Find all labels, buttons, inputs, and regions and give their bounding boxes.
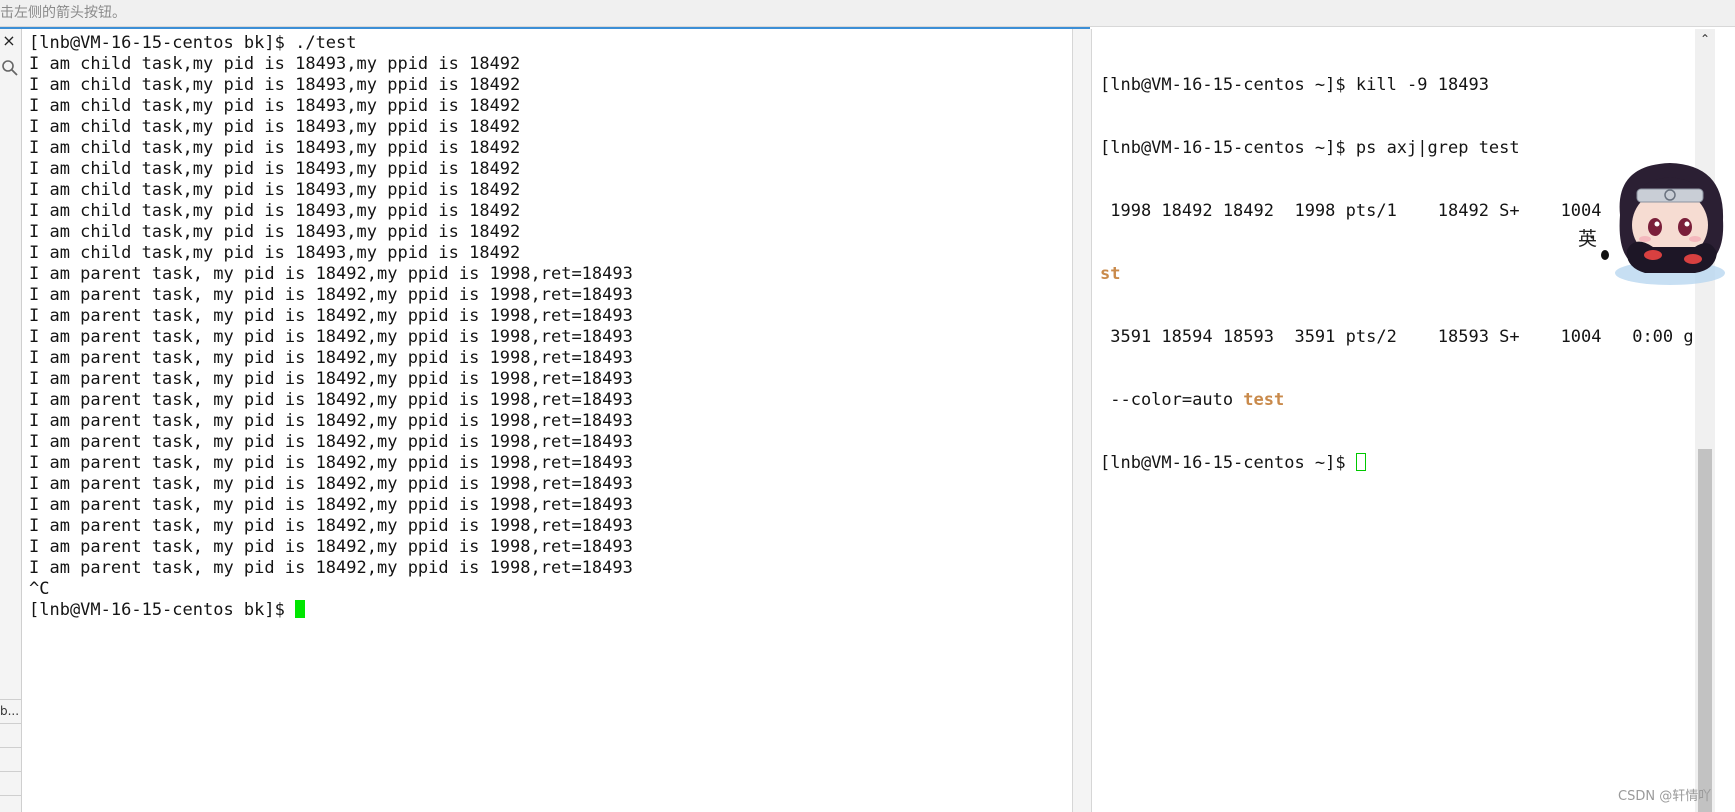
prompt-text: [lnb@VM-16-15-centos ~]$ [1100, 453, 1356, 473]
session-list-item[interactable] [0, 723, 21, 747]
terminal-line: I am parent task, my pid is 18492,my ppi… [29, 495, 633, 515]
terminal-line: I am parent task, my pid is 18492,my ppi… [29, 264, 633, 284]
terminal-line: I am parent task, my pid is 18492,my ppi… [29, 516, 633, 536]
window-hint-bar: 击左侧的箭头按钮。 [0, 0, 1735, 27]
session-list-item[interactable] [0, 771, 21, 795]
terminal-line: --color=auto test [1100, 390, 1715, 411]
left-terminal-pane[interactable]: [lnb@VM-16-15-centos bk]$ ./test I am chi… [22, 29, 1072, 812]
hint-text: 击左侧的箭头按钮。 [0, 5, 126, 21]
terminal-line: I am child task,my pid is 18493,my ppid … [29, 180, 521, 200]
terminal-prompt-line: [lnb@VM-16-15-centos bk]$ [29, 600, 633, 621]
close-icon[interactable]: × [0, 32, 18, 50]
terminal-prompt-line: [lnb@VM-16-15-centos ~]$ [1100, 453, 1715, 474]
terminal-line: I am child task,my pid is 18493,my ppid … [29, 159, 521, 179]
line-text: --color=auto [1100, 390, 1244, 410]
scroll-thumb[interactable] [1698, 449, 1712, 812]
terminal-line: I am parent task, my pid is 18492,my ppi… [29, 558, 633, 578]
terminal-line: I am parent task, my pid is 18492,my ppi… [29, 390, 633, 410]
terminal-line: 3591 18594 18593 3591 pts/2 18593 S+ 100… [1100, 327, 1715, 347]
terminal-line: I am child task,my pid is 18493,my ppid … [29, 75, 521, 95]
terminal-line: ^C [29, 579, 50, 599]
session-list: b... [0, 699, 21, 812]
terminal-line: I am parent task, my pid is 18492,my ppi… [29, 348, 633, 368]
terminal-line: I am child task,my pid is 18493,my ppid … [29, 54, 521, 74]
terminal-line: [lnb@VM-16-15-centos ~]$ kill -9 18493 [1100, 75, 1489, 95]
terminal-line: I am parent task, my pid is 18492,my ppi… [29, 411, 633, 431]
terminal-line: I am child task,my pid is 18493,my ppid … [29, 243, 521, 263]
grep-match: test [1243, 390, 1285, 410]
terminal-line: I am parent task, my pid is 18492,my ppi… [29, 306, 633, 326]
terminal-line: I am child task,my pid is 18493,my ppid … [29, 96, 521, 116]
session-list-item[interactable] [0, 747, 21, 771]
terminal-cursor [1355, 453, 1366, 471]
search-icon[interactable] [1, 59, 19, 77]
right-terminal-pane[interactable]: [lnb@VM-16-15-centos ~]$ kill -9 18493 [… [1092, 29, 1715, 812]
session-list-item[interactable] [0, 795, 21, 812]
terminal-line: I am child task,my pid is 18493,my ppid … [29, 138, 521, 158]
terminal-line: I am parent task, my pid is 18492,my ppi… [29, 432, 633, 452]
terminal-cursor [295, 600, 306, 618]
terminal-line: I am parent task, my pid is 18492,my ppi… [29, 537, 633, 557]
terminal-line: I am child task,my pid is 18493,my ppid … [29, 117, 521, 137]
terminal-line: I am child task,my pid is 18493,my ppid … [29, 201, 521, 221]
left-terminal-output: [lnb@VM-16-15-centos bk]$ ./test I am chi… [29, 33, 633, 621]
ime-indicator[interactable]: 英 [1578, 224, 1597, 251]
terminal-line: I am parent task, my pid is 18492,my ppi… [29, 285, 633, 305]
terminal-line: I am parent task, my pid is 18492,my ppi… [29, 327, 633, 347]
terminal-line: I am parent task, my pid is 18492,my ppi… [29, 453, 633, 473]
terminal-line: I am child task,my pid is 18493,my ppid … [29, 222, 521, 242]
grep-match: st [1100, 264, 1121, 284]
session-sidebar: × b... [0, 29, 22, 812]
terminal-line: I am parent task, my pid is 18492,my ppi… [29, 369, 633, 389]
pane-divider[interactable] [1072, 29, 1092, 812]
session-list-item[interactable]: b... [0, 699, 21, 723]
mascot-sticker-image[interactable] [1575, 155, 1735, 290]
terminal-line: I am parent task, my pid is 18492,my ppi… [29, 474, 633, 494]
terminal-line: [lnb@VM-16-15-centos bk]$ ./test [29, 33, 357, 53]
prompt-text: [lnb@VM-16-15-centos bk]$ [29, 600, 296, 620]
scroll-up-icon[interactable]: ⌃ [1695, 31, 1715, 47]
csdn-watermark: CSDN @轩情吖 [1618, 789, 1712, 804]
right-scrollbar[interactable]: ⌃ [1695, 29, 1715, 812]
